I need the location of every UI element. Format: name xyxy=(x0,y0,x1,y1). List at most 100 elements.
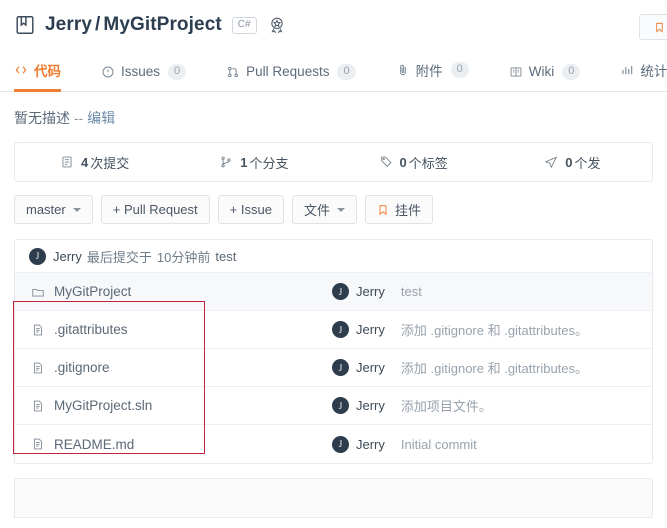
tab-statistics[interactable]: 统计 xyxy=(620,60,667,91)
avatar[interactable]: J xyxy=(332,397,349,414)
commit-message[interactable]: test xyxy=(401,284,422,299)
table-row[interactable]: .gitignore J Jerry 添加 .gitignore 和 .gita… xyxy=(15,349,652,387)
tab-code[interactable]: 代码 xyxy=(14,60,61,92)
stat-commits-label: 次提交 xyxy=(90,155,130,171)
stat-branches[interactable]: 1 个分支 xyxy=(174,153,333,172)
header-actions xyxy=(639,14,667,40)
tab-attachments[interactable]: 附件 0 xyxy=(396,60,469,91)
file-commit-cell: J Jerry 添加 .gitignore 和 .gitattributes。 xyxy=(310,358,652,377)
stat-tags[interactable]: 0 个标签 xyxy=(334,153,493,172)
stat-releases[interactable]: 0 个发 xyxy=(493,153,652,172)
new-issue-label: + Issue xyxy=(229,202,272,217)
tab-attachments-count: 0 xyxy=(450,61,469,79)
file-name: .gitignore xyxy=(54,360,110,375)
avatar[interactable]: J xyxy=(332,283,349,300)
file-name-cell[interactable]: .gitignore xyxy=(15,360,310,375)
table-row[interactable]: README.md J Jerry Initial commit xyxy=(15,425,652,463)
commit-author[interactable]: Jerry xyxy=(356,284,385,299)
chevron-down-icon xyxy=(72,207,81,212)
stat-branches-label: 个分支 xyxy=(249,155,289,171)
file-icon xyxy=(31,399,45,413)
release-send-icon xyxy=(544,155,558,169)
description-text: 暂无描述 xyxy=(14,110,70,126)
language-badge: C# xyxy=(231,16,257,34)
avatar[interactable]: J xyxy=(332,321,349,338)
title-separator: / xyxy=(95,14,101,35)
commit-message[interactable]: 添加 .gitignore 和 .gitattributes。 xyxy=(401,320,588,339)
chevron-down-icon xyxy=(336,207,345,212)
watch-button[interactable] xyxy=(639,14,667,40)
description-dashes: -- xyxy=(73,110,84,126)
branch-selector-label: master xyxy=(26,202,66,217)
stat-commits[interactable]: 4 次提交 xyxy=(15,153,174,172)
file-commit-cell: J Jerry Initial commit xyxy=(310,435,652,453)
book-icon xyxy=(509,65,523,79)
commit-author[interactable]: Jerry xyxy=(356,360,385,375)
new-pull-request-label: + Pull Request xyxy=(112,202,198,217)
tab-pull-requests-count: 0 xyxy=(337,63,356,80)
avatar[interactable]: J xyxy=(332,359,349,376)
commit-author[interactable]: Jerry xyxy=(356,322,385,337)
latest-commit-prefix: 最后提交于 xyxy=(86,249,152,265)
file-menu-button[interactable]: 文件 xyxy=(291,195,357,224)
repository-page: Jerry / MyGitProject C# 代码 Issues 0 Pull… xyxy=(0,0,667,528)
file-name: MyGitProject.sln xyxy=(54,398,153,413)
stat-tags-value: 0 xyxy=(399,154,407,170)
latest-commit-message[interactable]: test xyxy=(215,249,236,264)
tab-issues-label: Issues xyxy=(121,64,161,80)
tab-statistics-label: 统计 xyxy=(640,64,667,79)
file-name-cell[interactable]: MyGitProject xyxy=(15,284,310,299)
commit-author[interactable]: Jerry xyxy=(356,437,385,452)
branch-selector-button[interactable]: master xyxy=(14,195,93,224)
commit-author[interactable]: Jerry xyxy=(356,398,385,413)
issue-circle-icon xyxy=(101,65,115,79)
commit-message[interactable]: 添加项目文件。 xyxy=(401,396,492,415)
file-name-cell[interactable]: MyGitProject.sln xyxy=(15,398,310,413)
stat-releases-label: 个发 xyxy=(574,155,601,171)
file-name-cell[interactable]: .gitattributes xyxy=(15,322,310,337)
widget-button[interactable]: 挂件 xyxy=(364,195,433,224)
file-name: README.md xyxy=(54,436,135,452)
commit-message[interactable]: Initial commit xyxy=(401,437,477,452)
commit-message[interactable]: 添加 .gitignore 和 .gitattributes。 xyxy=(401,358,588,377)
paperclip-icon xyxy=(396,63,410,77)
repo-name[interactable]: MyGitProject xyxy=(103,14,221,35)
file-name: .gitattributes xyxy=(54,322,128,337)
file-name-cell[interactable]: README.md xyxy=(15,437,310,452)
table-row[interactable]: MyGitProject J Jerry test xyxy=(15,273,652,311)
avatar[interactable]: J xyxy=(332,435,349,453)
tab-pull-requests-label: Pull Requests xyxy=(246,64,330,80)
tab-wiki-label: Wiki xyxy=(528,64,555,80)
latest-commit-user[interactable]: Jerry xyxy=(53,249,82,264)
new-pull-request-button[interactable]: + Pull Request xyxy=(100,195,210,224)
new-issue-button[interactable]: + Issue xyxy=(217,195,284,224)
latest-commit-time: 10分钟前 xyxy=(156,249,211,265)
edit-description-link[interactable]: 编辑 xyxy=(87,110,115,126)
widget-label: 挂件 xyxy=(394,203,421,218)
table-row[interactable]: .gitattributes J Jerry 添加 .gitignore 和 .… xyxy=(15,311,652,349)
stat-releases-value: 0 xyxy=(565,154,573,170)
file-icon xyxy=(31,323,45,337)
readme-panel xyxy=(14,478,653,518)
repo-book-icon xyxy=(14,14,36,36)
page-title: Jerry / MyGitProject xyxy=(45,14,222,36)
tab-issues[interactable]: Issues 0 xyxy=(101,63,187,91)
tab-wiki-count: 0 xyxy=(562,63,581,80)
tab-pull-requests[interactable]: Pull Requests 0 xyxy=(226,63,356,91)
table-row[interactable]: MyGitProject.sln J Jerry 添加项目文件。 xyxy=(15,387,652,425)
commit-list-icon xyxy=(60,155,74,169)
file-name: MyGitProject xyxy=(54,284,132,299)
stat-tags-label: 个标签 xyxy=(408,155,448,171)
folder-icon xyxy=(31,285,45,299)
stat-branches-value: 1 xyxy=(240,154,248,170)
tab-wiki[interactable]: Wiki 0 xyxy=(509,63,581,91)
repo-stats-bar: 4 次提交 1 个分支 0 个标签 0 个发 xyxy=(14,142,653,182)
stat-commits-value: 4 xyxy=(81,154,89,170)
file-icon xyxy=(31,361,45,375)
file-browser-panel: J Jerry 最后提交于 10分钟前 test MyGitProject J … xyxy=(14,239,653,464)
tab-attachments-label: 附件 xyxy=(415,64,443,79)
avatar[interactable]: J xyxy=(29,247,46,265)
repo-owner[interactable]: Jerry xyxy=(45,14,92,35)
repo-action-buttons: master + Pull Request + Issue 文件 挂件 xyxy=(0,182,667,224)
award-rosette-icon[interactable] xyxy=(267,15,287,35)
